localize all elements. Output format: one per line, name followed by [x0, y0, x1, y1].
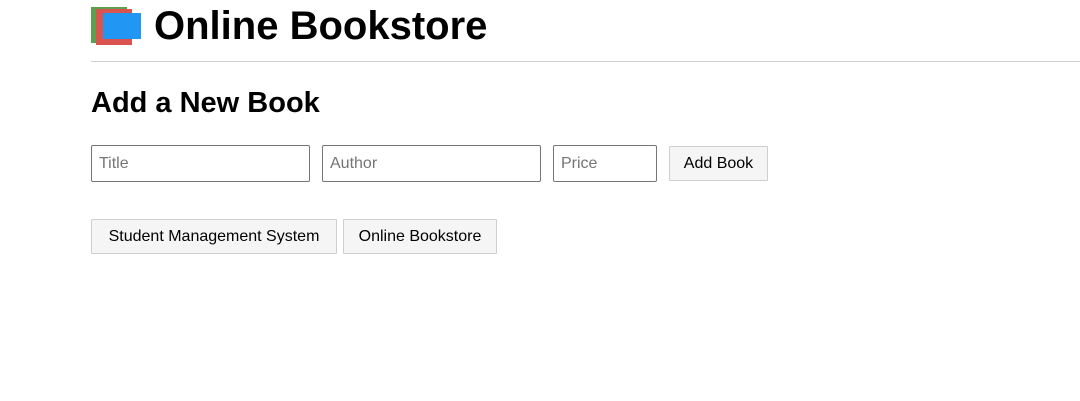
logo-blue-block — [103, 13, 141, 39]
price-input[interactable] — [553, 145, 657, 182]
site-title: Online Bookstore — [154, 4, 488, 48]
online-bookstore-button[interactable]: Online Bookstore — [343, 219, 497, 254]
title-input[interactable] — [91, 145, 310, 182]
author-input[interactable] — [322, 145, 541, 182]
books-logo-icon — [91, 7, 141, 45]
add-book-button[interactable]: Add Book — [669, 146, 768, 181]
student-management-system-button[interactable]: Student Management System — [91, 219, 337, 254]
add-book-heading: Add a New Book — [91, 87, 320, 119]
site-header: Online Bookstore — [91, 0, 1080, 62]
page: Online Bookstore Add a New Book Add Book… — [0, 0, 1080, 401]
